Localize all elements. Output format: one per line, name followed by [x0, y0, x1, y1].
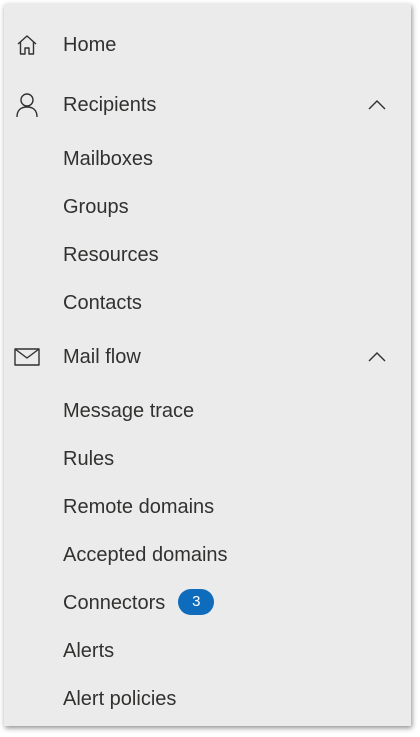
chevron-up-icon[interactable] [367, 98, 387, 112]
nav-group-mail-flow-label: Mail flow [63, 346, 141, 368]
nav-item-label: Contacts [63, 292, 142, 314]
nav-item-label: Groups [63, 196, 129, 218]
nav-item-home-label: Home [63, 34, 117, 56]
nav-item-alert-policies[interactable]: Alert policies [4, 675, 411, 723]
nav-item-label: Alert policies [63, 688, 177, 710]
mail-icon [14, 344, 40, 370]
nav-group-mail-flow[interactable]: Mail flow [4, 333, 411, 381]
nav-item-resources[interactable]: Resources [4, 231, 411, 279]
nav-item-label: Rules [63, 448, 115, 470]
nav-item-contacts[interactable]: Contacts [4, 279, 411, 327]
count-badge: 3 [178, 589, 215, 615]
navigation-panel: Home Recipients Mailboxes Groups Resourc… [4, 4, 411, 726]
nav-item-home[interactable]: Home [4, 21, 411, 69]
nav-item-label: Resources [63, 244, 159, 266]
nav-item-accepted-domains[interactable]: Accepted domains [4, 531, 411, 579]
nav-group-recipients[interactable]: Recipients [4, 81, 411, 129]
home-icon [14, 32, 40, 58]
nav-item-remote-domains[interactable]: Remote domains [4, 483, 411, 531]
nav-item-label-wrap: Connectors 3 [63, 589, 215, 616]
nav-item-label: Mailboxes [63, 148, 154, 170]
nav-item-alerts[interactable]: Alerts [4, 627, 411, 675]
nav-item-connectors[interactable]: Connectors 3 [4, 579, 411, 627]
nav-item-groups[interactable]: Groups [4, 183, 411, 231]
nav-group-recipients-label: Recipients [63, 94, 157, 116]
nav-item-label: Accepted domains [63, 544, 228, 566]
nav-item-label: Alerts [63, 640, 115, 662]
chevron-up-icon[interactable] [367, 350, 387, 364]
nav-item-label: Message trace [63, 400, 195, 422]
nav-item-label: Connectors [63, 592, 166, 614]
nav-item-rules[interactable]: Rules [4, 435, 411, 483]
person-icon [14, 92, 40, 118]
nav-item-label: Remote domains [63, 496, 215, 518]
nav-item-message-trace[interactable]: Message trace [4, 387, 411, 435]
nav-item-mailboxes[interactable]: Mailboxes [4, 135, 411, 183]
